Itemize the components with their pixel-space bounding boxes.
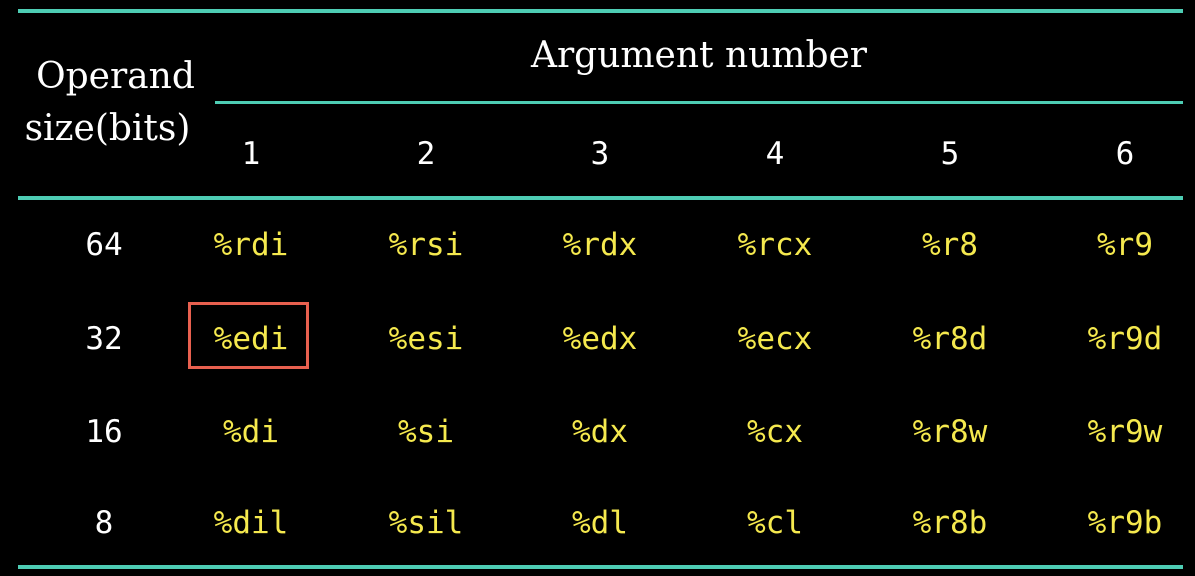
register-cell: %esi <box>388 321 464 357</box>
argument-number-header: 3 <box>590 136 610 172</box>
stub-header-operand: Operand <box>36 56 195 97</box>
operand-size-cell: 32 <box>85 321 123 357</box>
register-cell: %cl <box>747 505 803 541</box>
group-header-argument-number: Argument number <box>530 35 868 76</box>
argument-number-header: 2 <box>416 136 436 172</box>
operand-size-cell: 8 <box>94 505 114 541</box>
group-header-rule <box>215 101 1183 104</box>
register-cell: %dil <box>213 505 289 541</box>
argument-number-header: 4 <box>765 136 785 172</box>
register-cell: %r8b <box>912 505 988 541</box>
register-cell: %r9d <box>1087 321 1163 357</box>
register-cell: %dl <box>572 505 628 541</box>
register-cell: %di <box>223 414 279 450</box>
register-cell: %ecx <box>737 321 813 357</box>
register-cell: %sil <box>388 505 464 541</box>
table-bottom-rule <box>18 565 1183 569</box>
register-cell: %rsi <box>388 227 464 263</box>
register-cell: %edi <box>213 321 289 357</box>
argument-number-header: 1 <box>241 136 261 172</box>
register-table: Operand size(bits) Argument number 1 2 3 4 5… <box>0 0 1195 576</box>
register-cell: %si <box>398 414 454 450</box>
register-cell: %rdx <box>562 227 638 263</box>
operand-size-cell: 16 <box>85 414 123 450</box>
register-cell: %r8 <box>922 227 978 263</box>
argument-number-header: 5 <box>940 136 960 172</box>
operand-size-cell: 64 <box>85 227 123 263</box>
register-cell: %r8w <box>912 414 988 450</box>
register-cell: %rdi <box>213 227 289 263</box>
register-cell: %r9w <box>1087 414 1163 450</box>
register-cell: %dx <box>572 414 628 450</box>
register-cell: %r9 <box>1097 227 1153 263</box>
argument-number-header: 6 <box>1115 136 1135 172</box>
register-cell: %r9b <box>1087 505 1163 541</box>
table-top-rule <box>18 9 1183 13</box>
register-cell: %cx <box>747 414 803 450</box>
register-cell: %r8d <box>912 321 988 357</box>
stub-header-size-bits: size(bits) <box>24 108 191 149</box>
register-cell: %rcx <box>737 227 813 263</box>
header-bottom-rule <box>18 196 1183 200</box>
register-cell: %edx <box>562 321 638 357</box>
